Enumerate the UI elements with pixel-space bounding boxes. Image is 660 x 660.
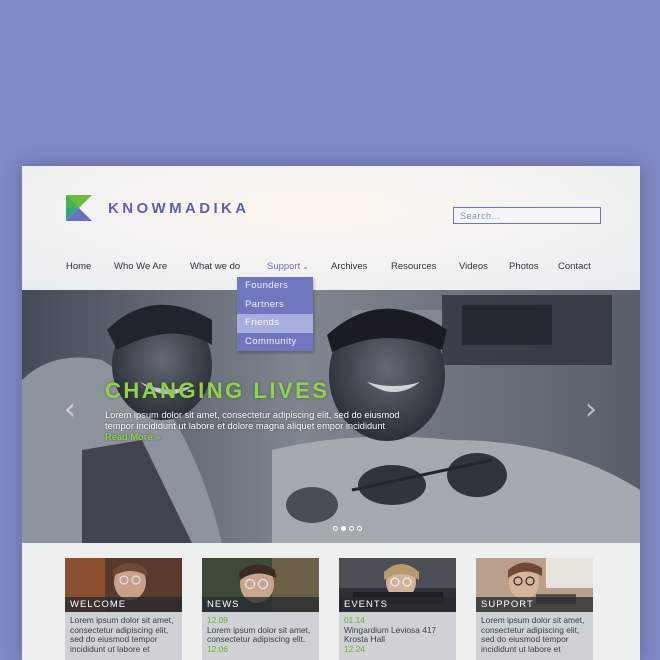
card-label: SUPPORT bbox=[476, 597, 593, 612]
next-slide-icon[interactable]: › bbox=[585, 392, 597, 427]
hero-body-text: Lorem ipsum dolor sit amet, consectetur … bbox=[105, 410, 400, 431]
website-mockup: KNOWMADIKA Home Who We Are What we do Su… bbox=[22, 166, 640, 660]
nav-item-videos[interactable]: Videos bbox=[459, 261, 488, 272]
card-body: Wingardium Leviosa 417 Krosta Hall bbox=[344, 624, 437, 645]
slide-dot[interactable] bbox=[349, 526, 354, 531]
card-date: 12.09 bbox=[207, 615, 228, 625]
nav-item-who-we-are[interactable]: Who We Are bbox=[114, 261, 167, 272]
card-text: 12.09 Lorem ipsum dolor sit amet, consect… bbox=[202, 612, 319, 660]
logo[interactable]: KNOWMADIKA bbox=[66, 195, 249, 221]
card-date-2: 12.24 bbox=[344, 644, 365, 655]
card-label: WELCOME bbox=[65, 597, 182, 612]
card-text: Lorem ipsum dolor sit amet, consectetur … bbox=[476, 612, 593, 660]
prev-slide-icon[interactable]: ‹ bbox=[64, 392, 76, 427]
nav-item-photos[interactable]: Photos bbox=[509, 261, 539, 272]
nav-item-what-we-do[interactable]: What we do bbox=[190, 261, 240, 272]
dropdown-item-friends[interactable]: Friends bbox=[237, 314, 313, 333]
slide-dot[interactable] bbox=[333, 526, 338, 531]
main-nav: Home Who We Are What we do Support ⌄ Arch… bbox=[22, 261, 640, 277]
card-body: Lorem ipsum dolor sit amet, consectetur … bbox=[481, 615, 585, 655]
card-body: Lorem ipsum dolor sit amet, consectetur … bbox=[207, 624, 311, 645]
nav-item-contact[interactable]: Contact bbox=[558, 261, 591, 272]
hero-banner: CHANGING LIVES Lorem ipsum dolor sit ame… bbox=[22, 290, 640, 543]
hero-title: CHANGING LIVES bbox=[105, 378, 330, 403]
support-dropdown-menu: Founders Partners Friends Community bbox=[237, 277, 313, 351]
card-news[interactable]: NEWS 12.09 Lorem ipsum dolor sit amet, co… bbox=[202, 558, 319, 660]
nav-item-home[interactable]: Home bbox=[66, 261, 91, 272]
dropdown-item-partners[interactable]: Partners bbox=[237, 296, 313, 315]
hero-body: Lorem ipsum dolor sit amet, consectetur … bbox=[105, 410, 410, 443]
read-more-link[interactable]: Read More » bbox=[105, 432, 160, 442]
card-text: Lorem ipsum dolor sit amet, consectetur … bbox=[65, 612, 182, 660]
slide-dots bbox=[333, 526, 362, 531]
card-date-2: 12.06 bbox=[207, 644, 228, 655]
card-date: 01.14 bbox=[344, 615, 365, 625]
dropdown-item-founders[interactable]: Founders bbox=[237, 277, 313, 296]
nav-item-support-label: Support bbox=[267, 261, 301, 272]
card-body: Lorem ipsum dolor sit amet, consectetur … bbox=[70, 615, 174, 655]
slide-dot-active[interactable] bbox=[341, 526, 346, 531]
dropdown-item-community[interactable]: Community bbox=[237, 333, 313, 352]
card-events[interactable]: EVENTS 01.14 Wingardium Leviosa 417 Krost… bbox=[339, 558, 456, 660]
nav-item-archives[interactable]: Archives bbox=[331, 261, 367, 272]
search-input[interactable] bbox=[453, 207, 601, 224]
brand-name: KNOWMADIKA bbox=[108, 199, 250, 217]
card-label: EVENTS bbox=[339, 597, 456, 612]
nav-item-resources[interactable]: Resources bbox=[391, 261, 436, 272]
card-text: 01.14 Wingardium Leviosa 417 Krosta Hall 1… bbox=[339, 612, 456, 660]
card-welcome[interactable]: WELCOME Lorem ipsum dolor sit amet, cons… bbox=[65, 558, 182, 660]
card-support[interactable]: SUPPORT Lorem ipsum dolor sit amet, cons… bbox=[476, 558, 593, 660]
nav-item-support[interactable]: Support ⌄ bbox=[267, 261, 309, 272]
card-label: NEWS bbox=[202, 597, 319, 612]
logo-mark-icon bbox=[66, 195, 92, 221]
slide-dot[interactable] bbox=[357, 526, 362, 531]
chevron-down-icon: ⌄ bbox=[302, 262, 309, 271]
